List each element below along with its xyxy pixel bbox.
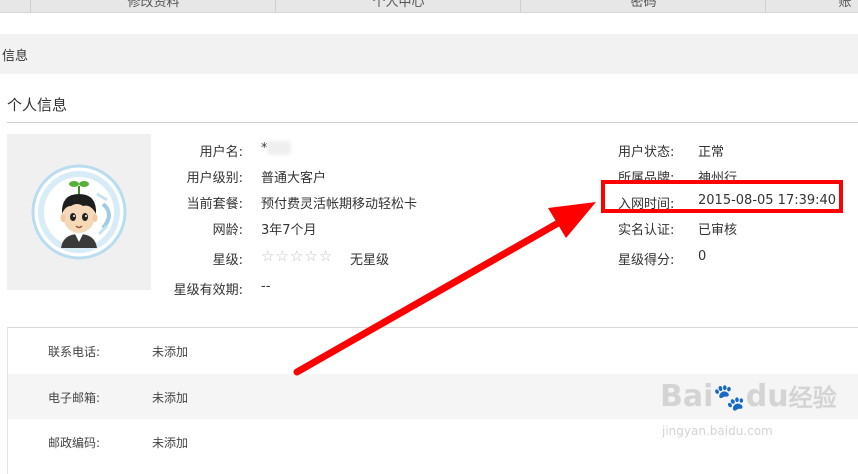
- paw-icon: 🐾: [713, 383, 746, 413]
- watermark-text: Bai: [660, 379, 714, 414]
- baidu-watermark: Bai🐾du经验 jingyan.baidu.com: [660, 378, 837, 438]
- watermark-logo-text: du: [745, 379, 789, 414]
- watermark-url: jingyan.baidu.com: [662, 424, 773, 438]
- watermark-suffix: 经验: [788, 384, 837, 412]
